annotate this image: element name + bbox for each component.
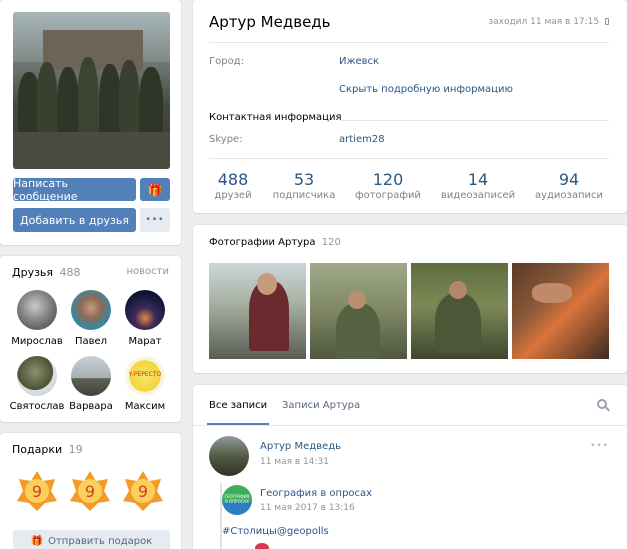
repost-avatar[interactable]: ГЕОГРАФИЯ В ОПРОСАХ <box>222 485 252 515</box>
stat-videos-count[interactable]: 14 <box>438 170 518 189</box>
friend-avatar[interactable] <box>71 356 111 396</box>
friend-name[interactable]: Максим <box>115 401 175 412</box>
svg-text:9: 9 <box>85 482 95 501</box>
friends-card: Друзья 488 новости Мирослав Павел Марат … <box>0 256 181 422</box>
stats-divider <box>209 158 609 159</box>
repost-author-name[interactable]: География в опросах <box>260 488 372 499</box>
profile-avatar[interactable] <box>13 12 170 169</box>
add-friend-button[interactable]: Добавить в друзья <box>13 208 136 232</box>
tab-own-label: Записи Артура <box>282 400 361 411</box>
more-icon: ••• <box>145 215 165 225</box>
stat-photos-label[interactable]: фотографий <box>343 190 433 201</box>
repost-bar <box>220 483 222 549</box>
header-divider <box>209 42 609 43</box>
profile-avatar-card: Написать сообщение 🎁 Добавить в друзья •… <box>0 0 181 245</box>
skype-value[interactable]: artiem28 <box>339 134 385 145</box>
friend-avatar[interactable] <box>125 290 165 330</box>
repost-avatar-text: ГЕОГРАФИЯ В ОПРОСАХ <box>224 494 250 504</box>
friend-avatar[interactable] <box>17 290 57 330</box>
photos-header[interactable]: Фотографии Артура 120 <box>209 237 341 248</box>
friend-name[interactable]: Святослав <box>7 401 67 412</box>
post-date[interactable]: 11 мая в 14:31 <box>260 457 329 467</box>
gifts-count: 19 <box>68 443 83 456</box>
city-label: Город: <box>209 56 244 67</box>
write-message-button[interactable]: Написать сообщение <box>13 176 136 203</box>
avatar-logo-text: Y-PEPECTO <box>128 371 162 378</box>
photos-count: 120 <box>321 237 341 248</box>
photo-thumbnail[interactable] <box>411 263 508 359</box>
friend-avatar[interactable] <box>17 356 57 396</box>
add-friend-label: Добавить в друзья <box>20 213 129 227</box>
contacts-title: Контактная информация <box>209 112 342 123</box>
gift-badge-icon[interactable]: 9 <box>121 469 165 513</box>
post-menu-icon[interactable]: ••• <box>590 441 609 451</box>
gifts-card: Подарки 19 9 9 9 🎁 Отправить подарок <box>0 433 181 549</box>
post-emoji-icon <box>255 543 269 549</box>
friend-avatar[interactable] <box>71 290 111 330</box>
gift-badge-icon[interactable]: 9 <box>15 469 59 513</box>
profile-info-card: Артур Медведь заходил 11 мая в 17:15 Гор… <box>193 0 627 213</box>
search-icon[interactable] <box>597 399 610 412</box>
city-value[interactable]: Ижевск <box>339 56 379 67</box>
stat-audio-count[interactable]: 94 <box>529 170 609 189</box>
gift-icon: 🎁 <box>147 182 163 197</box>
last-seen: заходил 11 мая в 17:15 <box>488 17 609 27</box>
send-gift-button[interactable]: 🎁 Отправить подарок <box>13 530 170 549</box>
friends-count: 488 <box>59 266 81 279</box>
write-message-label: Написать сообщение <box>13 176 78 203</box>
post-author-name[interactable]: Артур Медведь <box>260 441 341 452</box>
tab-own-posts[interactable]: Записи Артура <box>282 400 360 411</box>
friend-name[interactable]: Марат <box>115 336 175 347</box>
send-gift-label: Отправить подарок <box>48 535 153 547</box>
repost-date[interactable]: 11 мая 2017 в 13:16 <box>260 503 355 513</box>
gift-badge-icon[interactable]: 9 <box>68 469 112 513</box>
tab-all-posts[interactable]: Все записи <box>209 400 267 411</box>
svg-text:9: 9 <box>32 482 42 501</box>
wall-card: Все записи Записи Артура Артур Медведь 1… <box>193 385 627 549</box>
more-actions-button[interactable]: ••• <box>140 208 170 232</box>
friends-news-link[interactable]: новости <box>127 266 170 277</box>
stat-friends-count[interactable]: 488 <box>193 170 273 189</box>
friends-header[interactable]: Друзья 488 <box>12 266 81 279</box>
photo-thumbnail[interactable] <box>512 263 609 359</box>
gifts-title: Подарки <box>12 443 63 456</box>
photo-thumbnail[interactable] <box>209 263 306 359</box>
gifts-header[interactable]: Подарки 19 <box>12 443 83 456</box>
gift-button[interactable]: 🎁 <box>140 178 170 201</box>
friend-avatar[interactable]: Y-PEPECTO <box>125 356 165 396</box>
post-author-avatar[interactable] <box>209 436 249 476</box>
stat-followers-label[interactable]: подписчика <box>259 190 349 201</box>
hide-info-link[interactable]: Скрыть подробную информацию <box>339 84 513 95</box>
stat-followers-count[interactable]: 53 <box>264 170 344 189</box>
contacts-divider <box>339 120 609 121</box>
photos-card: Фотографии Артура 120 <box>193 225 627 373</box>
friend-name[interactable]: Мирослав <box>7 336 67 347</box>
mobile-icon <box>605 18 609 25</box>
tab-all-label: Все записи <box>209 400 268 411</box>
post-hashtag[interactable]: #Столицы@geopolls <box>222 526 329 537</box>
friends-title: Друзья <box>12 266 54 279</box>
stat-photos-count[interactable]: 120 <box>348 170 428 189</box>
photos-title: Фотографии Артура <box>209 237 316 248</box>
stat-audio-label[interactable]: аудиозаписи <box>524 190 614 201</box>
svg-text:9: 9 <box>138 482 148 501</box>
tabs-divider <box>193 425 627 426</box>
profile-name: Артур Медведь <box>209 13 331 31</box>
stat-videos-label[interactable]: видеозаписей <box>433 190 523 201</box>
friend-name[interactable]: Варвара <box>61 401 121 412</box>
skype-label: Skype: <box>209 134 243 145</box>
friend-name[interactable]: Павел <box>61 336 121 347</box>
last-seen-text: заходил 11 мая в 17:15 <box>488 17 600 27</box>
photo-thumbnail[interactable] <box>310 263 407 359</box>
gift-icon: 🎁 <box>30 535 44 547</box>
